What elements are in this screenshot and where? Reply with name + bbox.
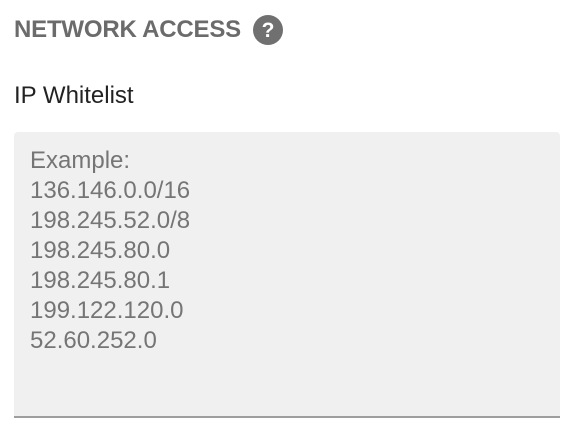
section-title: NETWORK ACCESS [14,16,241,43]
ip-whitelist-textarea[interactable] [14,132,560,416]
ip-whitelist-field [14,132,560,418]
ip-whitelist-label: IP Whitelist [14,82,134,109]
help-icon[interactable]: ? [252,15,283,45]
question-mark-glyph: ? [261,18,275,42]
section-header: NETWORK ACCESS ? [14,10,283,50]
